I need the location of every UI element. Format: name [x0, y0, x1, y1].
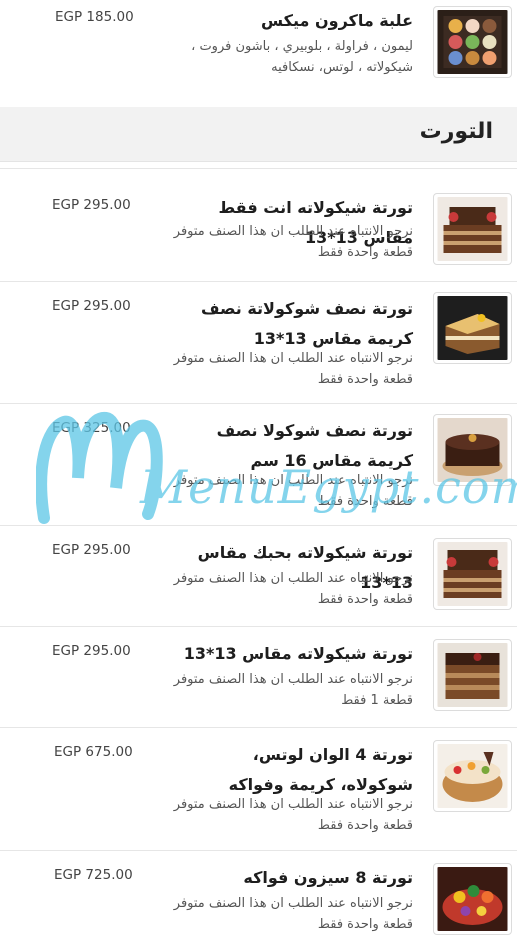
item-description: نرجو الانتباه عند الطلب ان هذا الصنف متو… [143, 348, 413, 390]
item-description-line: شيكولاته ، لوتس، نسكافيه [271, 60, 413, 75]
item-image[interactable] [433, 639, 512, 711]
item-description-line: قطعة 1 فقط [341, 693, 413, 708]
item-description-line: قطعة واحدة فقط [317, 372, 413, 387]
menu-item[interactable]: تورتة شيكولاته مقاس 13*13 نرجو الانتباه … [0, 627, 517, 728]
item-image[interactable] [433, 538, 512, 610]
item-image[interactable] [433, 193, 512, 265]
item-description: نرجو الانتباه عند الطلب ان هذا الصنف متو… [143, 470, 413, 512]
menu-item[interactable]: تورتة 8 سيزون فواكه نرجو الانتباه عند ال… [0, 851, 517, 952]
item-price: EGP 295.00 [52, 542, 131, 558]
item-description-line: قطعة واحدة فقط [317, 245, 413, 260]
item-description-line: نرجو الانتباه عند الطلب ان هذا الصنف متو… [173, 224, 413, 239]
menu-item[interactable]: تورتة شيكولاته بحبك مقاس 13*13 نرجو الان… [0, 526, 517, 627]
item-description-line: قطعة واحدة فقط [317, 917, 413, 932]
item-description: نرجو الانتباه عند الطلب ان هذا الصنف متو… [143, 893, 413, 935]
section-header: التورت [0, 107, 517, 162]
item-description: نرجو الانتباه عند الطلب ان هذا الصنف متو… [143, 669, 413, 711]
cake-image [437, 643, 508, 707]
item-description: نرجو الانتباه عند الطلب ان هذا الصنف متو… [143, 221, 413, 263]
item-price: EGP 295.00 [52, 197, 131, 213]
item-price: EGP 725.00 [54, 867, 133, 883]
item-description-line: ليمون ، فراولة ، بلوبيري ، باشون فروت ، [191, 39, 413, 54]
cake-image [437, 418, 508, 482]
item-name: علبة ماكرون ميكس [261, 11, 413, 30]
item-price: EGP 185.00 [55, 9, 134, 25]
item-description: نرجو الانتباه عند الطلب ان هذا الصنف متو… [143, 568, 413, 610]
item-name: تورتة 4 الوان لوتس، شوكولاه، كريمة وفواك… [228, 745, 413, 794]
item-price: EGP 675.00 [54, 744, 133, 760]
item-price: EGP 295.00 [52, 643, 131, 659]
item-image[interactable] [433, 740, 512, 812]
item-description: نرجو الانتباه عند الطلب ان هذا الصنف متو… [143, 794, 413, 836]
item-description-line: نرجو الانتباه عند الطلب ان هذا الصنف متو… [173, 672, 413, 687]
item-name: تورتة نصف شوكولاتة نصف كريمة مقاس 13*13 [200, 299, 413, 348]
item-image[interactable] [433, 292, 512, 364]
item-description-line: نرجو الانتباه عند الطلب ان هذا الصنف متو… [173, 351, 413, 366]
item-name: تورتة نصف شوكولا نصف كريمة مقاس 16 سم [216, 421, 413, 470]
item-name: تورتة 8 سيزون فواكه [243, 868, 413, 887]
item-name: تورتة شيكولاته مقاس 13*13 [183, 644, 413, 663]
item-image[interactable] [433, 863, 512, 935]
item-description-line: نرجو الانتباه عند الطلب ان هذا الصنف متو… [173, 473, 413, 488]
cake-image [437, 867, 508, 931]
menu-item[interactable]: تورتة نصف شوكولاتة نصف كريمة مقاس 13*13 … [0, 282, 517, 404]
menu-item[interactable]: تورتة نصف شوكولا نصف كريمة مقاس 16 سم نر… [0, 404, 517, 526]
item-price: EGP 325.00 [52, 420, 131, 436]
item-description-line: قطعة واحدة فقط [317, 494, 413, 509]
item-description-line: نرجو الانتباه عند الطلب ان هذا الصنف متو… [173, 896, 413, 911]
item-image[interactable] [433, 414, 512, 486]
item-description-line: قطعة واحدة فقط [317, 818, 413, 833]
item-description-line: قطعة واحدة فقط [317, 592, 413, 607]
cake-image [437, 197, 508, 261]
menu-item[interactable]: تورتة 4 الوان لوتس، شوكولاه، كريمة وفواك… [0, 728, 517, 851]
menu-item-macaron-box[interactable]: علبة ماكرون ميكس ليمون ، فراولة ، بلوبير… [0, 0, 517, 107]
cake-image [437, 542, 508, 606]
item-price: EGP 295.00 [52, 298, 131, 314]
item-description-line: نرجو الانتباه عند الطلب ان هذا الصنف متو… [173, 571, 413, 586]
item-description: ليمون ، فراولة ، بلوبيري ، باشون فروت ، … [143, 36, 413, 78]
item-image[interactable] [433, 6, 512, 78]
item-description-line: نرجو الانتباه عند الطلب ان هذا الصنف متو… [173, 797, 413, 812]
cake-image [437, 744, 508, 808]
menu-item[interactable]: تورتة شيكولاته انت فقط مقاس 13*13 نرجو ا… [0, 168, 517, 282]
cake-image [437, 296, 508, 360]
macaron-box-image [437, 10, 508, 74]
section-title: التورت [419, 119, 493, 144]
